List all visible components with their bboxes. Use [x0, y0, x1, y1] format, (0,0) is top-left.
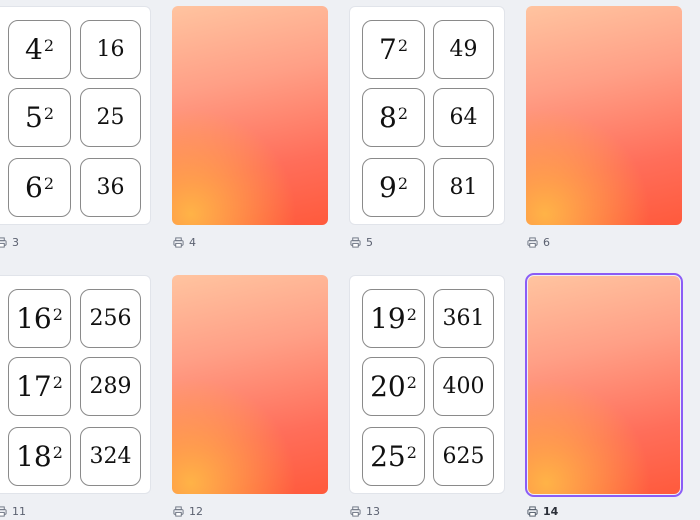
page-thumbnail-3[interactable]: 42 16 52 25 62 36 — [0, 6, 151, 225]
page-thumbnail-4[interactable] — [172, 6, 328, 225]
page-thumbnail-14[interactable] — [525, 273, 683, 497]
printer-icon — [0, 505, 7, 517]
printer-icon — [350, 236, 361, 248]
card-power: 19 2 — [362, 289, 425, 348]
card-power: 62 — [8, 158, 71, 217]
card-answer: 81 — [433, 158, 494, 217]
card-answer: 49 — [433, 20, 494, 79]
page-thumbnail-13[interactable]: 19 2 361 20 2 400 25 2 625 — [349, 275, 505, 494]
card-power: 18 2 — [8, 427, 71, 486]
card-answer: 25 — [80, 88, 141, 147]
page-caption-12: 12 — [173, 504, 203, 518]
card-answer: 16 — [80, 20, 141, 79]
page-number: 6 — [543, 235, 550, 249]
card-answer: 64 — [433, 88, 494, 147]
printer-icon — [173, 505, 184, 517]
card-power: 17 2 — [8, 357, 71, 416]
page-caption-4: 4 — [173, 235, 196, 249]
card-answer: 400 — [433, 357, 494, 416]
card-answer: 324 — [80, 427, 141, 486]
page-caption-13: 13 — [350, 504, 380, 518]
page-number: 12 — [189, 504, 203, 518]
page-caption-3: 3 — [0, 235, 19, 249]
page-caption-14: 14 — [527, 504, 558, 518]
card-power: 42 — [8, 20, 71, 79]
page-thumbnail-5[interactable]: 72 49 82 64 92 81 — [349, 6, 505, 225]
page-number: 13 — [366, 504, 380, 518]
page-number: 4 — [189, 235, 196, 249]
printer-icon — [350, 505, 361, 517]
card-power: 92 — [362, 158, 425, 217]
card-answer: 361 — [433, 289, 494, 348]
page-caption-5: 5 — [350, 235, 373, 249]
card-power: 52 — [8, 88, 71, 147]
printer-icon — [527, 505, 538, 517]
card-power: 82 — [362, 88, 425, 147]
page-number: 11 — [12, 504, 26, 518]
card-answer: 289 — [80, 357, 141, 416]
printer-icon — [173, 236, 184, 248]
page-caption-11: 11 — [0, 504, 26, 518]
page-number: 14 — [543, 504, 559, 518]
card-power: 25 2 — [362, 427, 425, 486]
page-thumbnail-6[interactable] — [526, 6, 682, 225]
page-thumbnail-12[interactable] — [172, 275, 328, 494]
card-power: 72 — [362, 20, 425, 79]
card-power: 20 2 — [362, 357, 425, 416]
card-answer: 256 — [80, 289, 141, 348]
card-power: 16 2 — [8, 289, 71, 348]
page-thumbnail-11[interactable]: 16 2 256 17 2 289 18 2 324 — [0, 275, 151, 494]
printer-icon — [0, 236, 7, 248]
page-number: 3 — [12, 235, 19, 249]
card-answer: 625 — [433, 427, 494, 486]
page-number: 5 — [366, 235, 373, 249]
printer-icon — [527, 236, 538, 248]
page-caption-6: 6 — [527, 235, 550, 249]
card-answer: 36 — [80, 158, 141, 217]
